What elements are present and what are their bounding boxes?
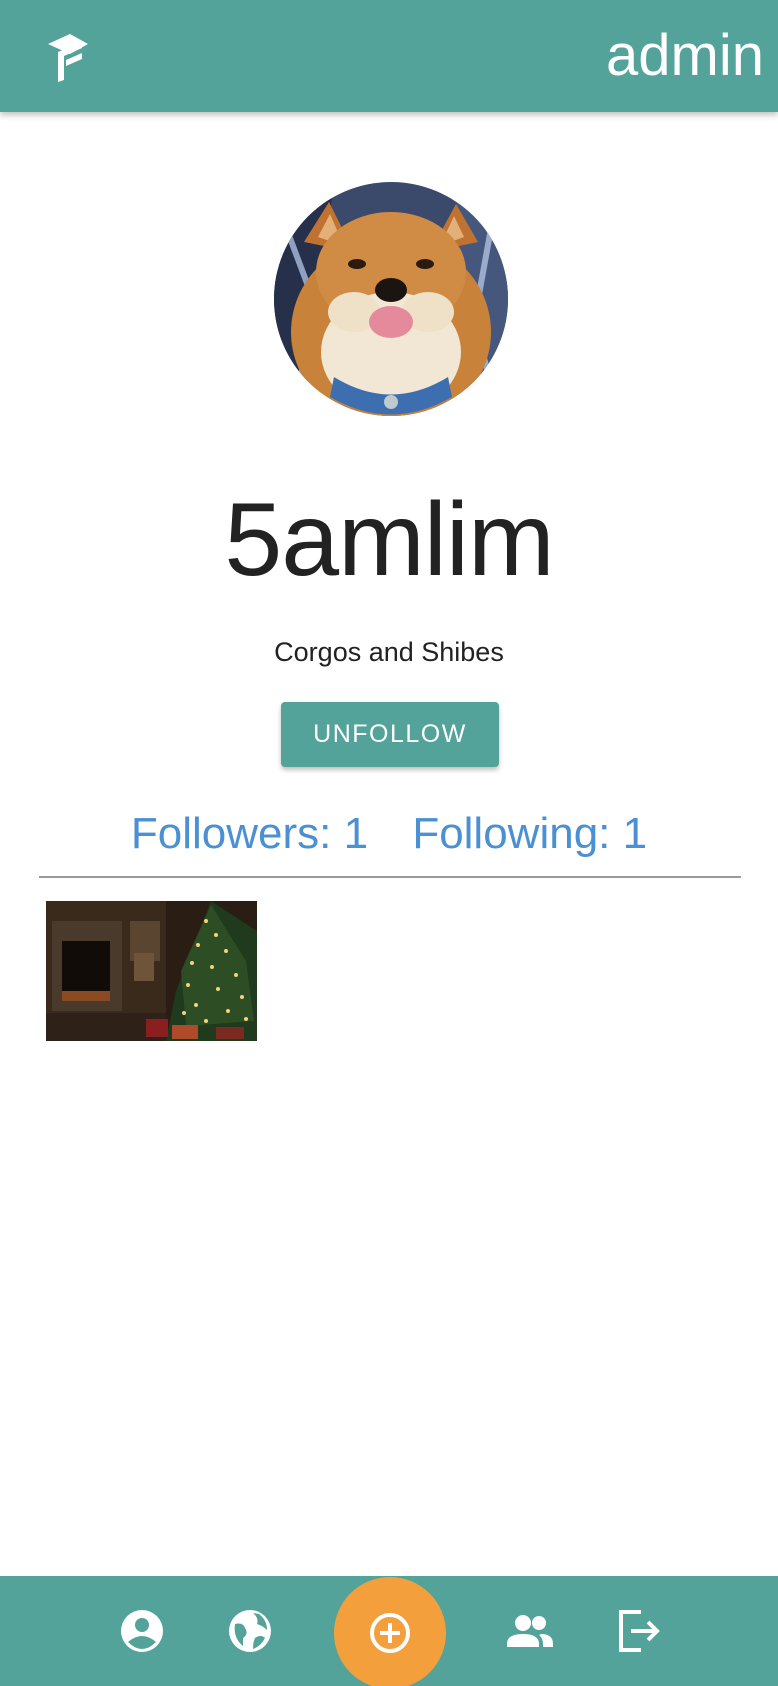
profile-username: 5amlim: [224, 482, 554, 598]
following-link[interactable]: Following: 1: [412, 806, 647, 862]
top-app-bar: admin: [0, 0, 778, 112]
add-post-icon: [370, 1613, 410, 1653]
app-logo-icon[interactable]: [44, 30, 94, 84]
divider: [39, 876, 741, 878]
add-post-button[interactable]: [334, 1577, 446, 1686]
logout-icon[interactable]: [611, 1604, 665, 1658]
current-user-name[interactable]: admin: [606, 24, 764, 88]
follow-stats: Followers: 1 Following: 1: [0, 806, 778, 862]
unfollow-button[interactable]: UNFOLLOW: [281, 702, 499, 767]
profile-icon[interactable]: [115, 1604, 169, 1658]
friends-icon[interactable]: [503, 1604, 557, 1658]
profile-bio: Corgos and Shibes: [274, 637, 504, 667]
followers-link[interactable]: Followers: 1: [131, 806, 368, 862]
profile-avatar: [274, 182, 508, 416]
globe-icon[interactable]: [223, 1604, 277, 1658]
post-thumbnail[interactable]: [46, 901, 257, 1041]
